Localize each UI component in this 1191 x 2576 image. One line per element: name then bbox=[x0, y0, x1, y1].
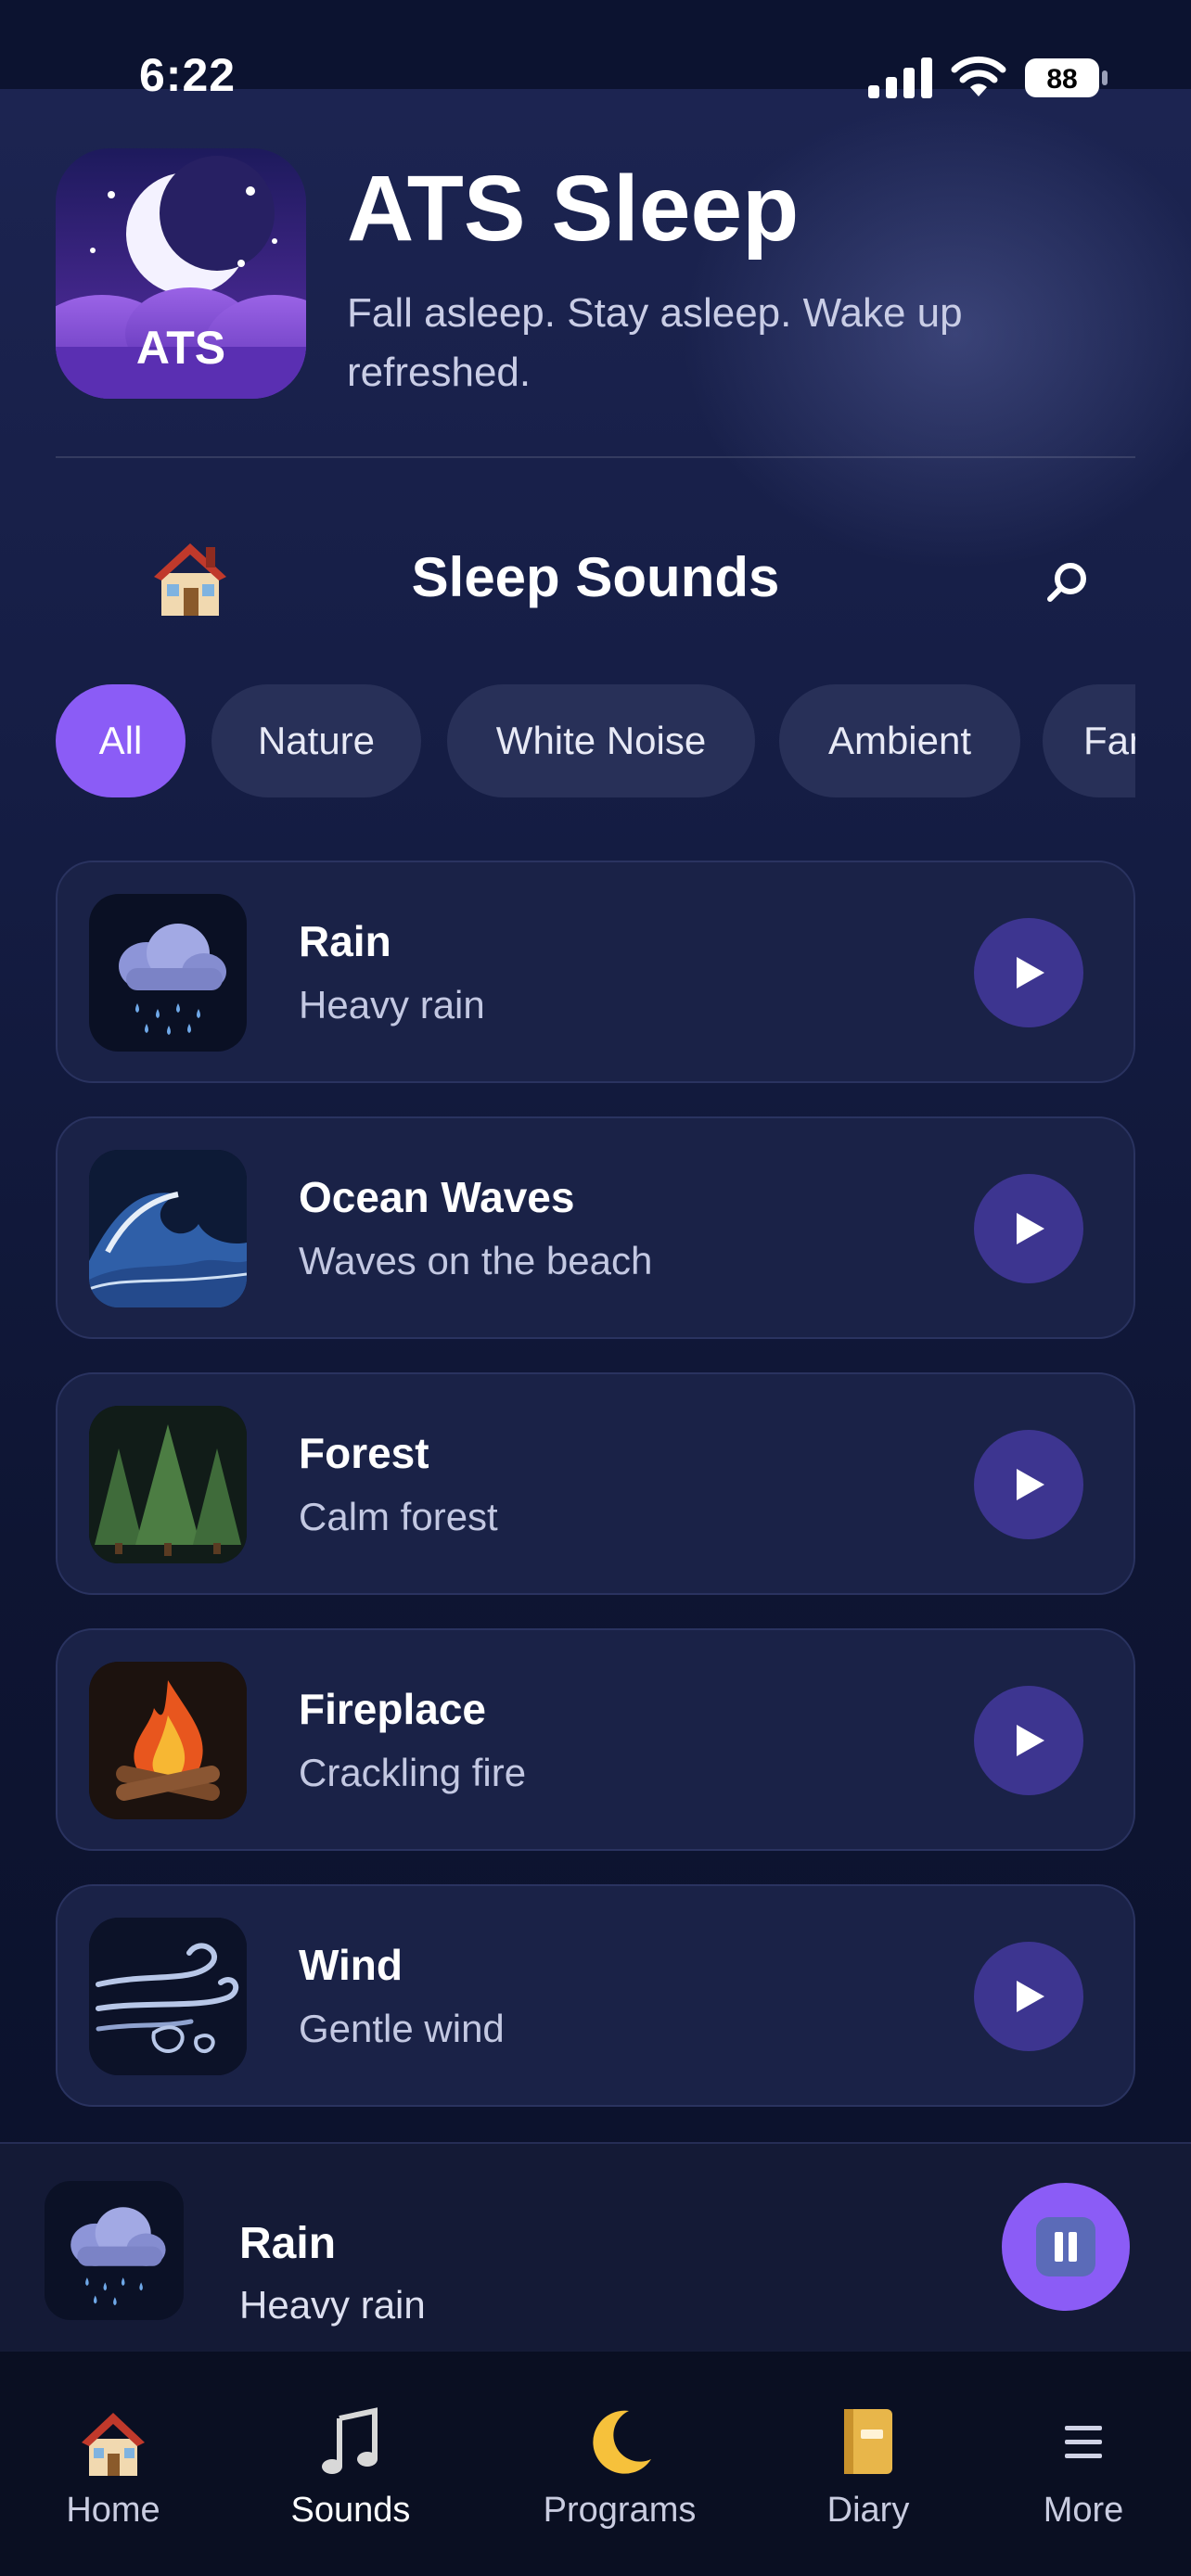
notebook-icon bbox=[844, 2409, 892, 2474]
chip-white-noise[interactable]: White Noise bbox=[447, 684, 755, 797]
play-icon bbox=[1017, 1213, 1044, 1244]
play-icon bbox=[1017, 1981, 1044, 2012]
chip-fan[interactable]: Fan bbox=[1043, 684, 1135, 797]
pause-icon bbox=[1036, 2217, 1095, 2276]
tab-label: More bbox=[1043, 2491, 1124, 2530]
play-button[interactable] bbox=[974, 1686, 1083, 1795]
play-icon bbox=[1017, 1725, 1044, 1756]
status-bar: 6:22 88 bbox=[0, 0, 1191, 158]
app-tagline: Fall asleep. Stay asleep. Wake up refres… bbox=[347, 290, 963, 395]
tab-label: Programs bbox=[543, 2491, 697, 2530]
now-playing-subtitle: Heavy rain bbox=[239, 2283, 426, 2327]
header-divider bbox=[56, 456, 1135, 458]
tab-label: Home bbox=[66, 2491, 160, 2530]
play-button[interactable] bbox=[974, 1942, 1083, 2051]
tab-programs[interactable]: Programs bbox=[518, 2352, 722, 2537]
battery-level: 88 bbox=[1046, 64, 1077, 95]
sound-subtitle: Calm forest bbox=[299, 1495, 498, 1538]
sound-title: Forest bbox=[299, 1429, 429, 1477]
sound-title: Fireplace bbox=[299, 1685, 486, 1733]
status-time: 6:22 bbox=[139, 49, 237, 101]
moon-icon bbox=[593, 2410, 651, 2474]
app-logo: ATS bbox=[56, 148, 306, 399]
filter-chips: All Nature White Noise Ambient Fan bbox=[56, 684, 1135, 799]
sound-title: Wind bbox=[299, 1941, 403, 1989]
wave-icon bbox=[89, 1150, 247, 1307]
cellular-signal-icon bbox=[868, 57, 932, 98]
sound-title: Rain bbox=[299, 917, 391, 965]
pause-button[interactable] bbox=[1002, 2183, 1130, 2311]
sound-subtitle: Waves on the beach bbox=[299, 1239, 653, 1282]
rain-cloud-icon bbox=[45, 2181, 184, 2320]
rain-cloud-icon bbox=[89, 894, 247, 1052]
now-playing-title: Rain bbox=[239, 2219, 337, 2268]
tab-diary[interactable]: Diary bbox=[766, 2352, 970, 2537]
sound-card-fireplace[interactable]: Fireplace Crackling fire bbox=[56, 1628, 1135, 1851]
house-icon bbox=[82, 2413, 145, 2476]
chip-nature[interactable]: Nature bbox=[211, 684, 421, 797]
app-logo-text: ATS bbox=[136, 322, 225, 374]
section-title: Sleep Sounds bbox=[411, 546, 780, 608]
menu-icon bbox=[1065, 2426, 1102, 2458]
sound-card-forest[interactable]: Forest Calm forest bbox=[56, 1372, 1135, 1595]
tab-more[interactable]: More bbox=[981, 2352, 1185, 2537]
sound-card-wind[interactable]: Wind Gentle wind bbox=[56, 1884, 1135, 2107]
play-icon bbox=[1017, 1469, 1044, 1500]
sound-subtitle: Crackling fire bbox=[299, 1751, 527, 1794]
play-button[interactable] bbox=[974, 1174, 1083, 1283]
play-icon bbox=[1017, 957, 1044, 988]
sound-subtitle: Gentle wind bbox=[299, 2007, 505, 2050]
wifi-icon bbox=[951, 56, 1006, 96]
tab-sounds[interactable]: Sounds bbox=[249, 2352, 453, 2537]
app-title: ATS Sleep bbox=[347, 157, 800, 261]
sound-title: Ocean Waves bbox=[299, 1173, 575, 1221]
pine-trees-icon bbox=[89, 1406, 247, 1563]
sound-card-ocean-waves[interactable]: Ocean Waves Waves on the beach bbox=[56, 1116, 1135, 1339]
tab-home[interactable]: Home bbox=[11, 2352, 215, 2537]
tab-label: Diary bbox=[826, 2491, 910, 2530]
wind-icon bbox=[89, 1918, 247, 2075]
tab-label: Sounds bbox=[290, 2491, 411, 2530]
battery-icon: 88 bbox=[1025, 58, 1108, 97]
search-icon[interactable] bbox=[1037, 553, 1098, 614]
play-button[interactable] bbox=[974, 918, 1083, 1027]
play-button[interactable] bbox=[974, 1430, 1083, 1539]
music-notes-icon bbox=[322, 2407, 378, 2474]
chip-ambient[interactable]: Ambient bbox=[779, 684, 1020, 797]
chip-all[interactable]: All bbox=[56, 684, 186, 797]
tab-bar: Home Sounds Programs Diary More bbox=[0, 2352, 1191, 2576]
campfire-icon bbox=[89, 1662, 247, 1819]
sound-subtitle: Heavy rain bbox=[299, 983, 485, 1027]
now-playing-bar[interactable]: Rain Heavy rain bbox=[0, 2142, 1191, 2353]
sound-card-rain[interactable]: Rain Heavy rain bbox=[56, 861, 1135, 1083]
